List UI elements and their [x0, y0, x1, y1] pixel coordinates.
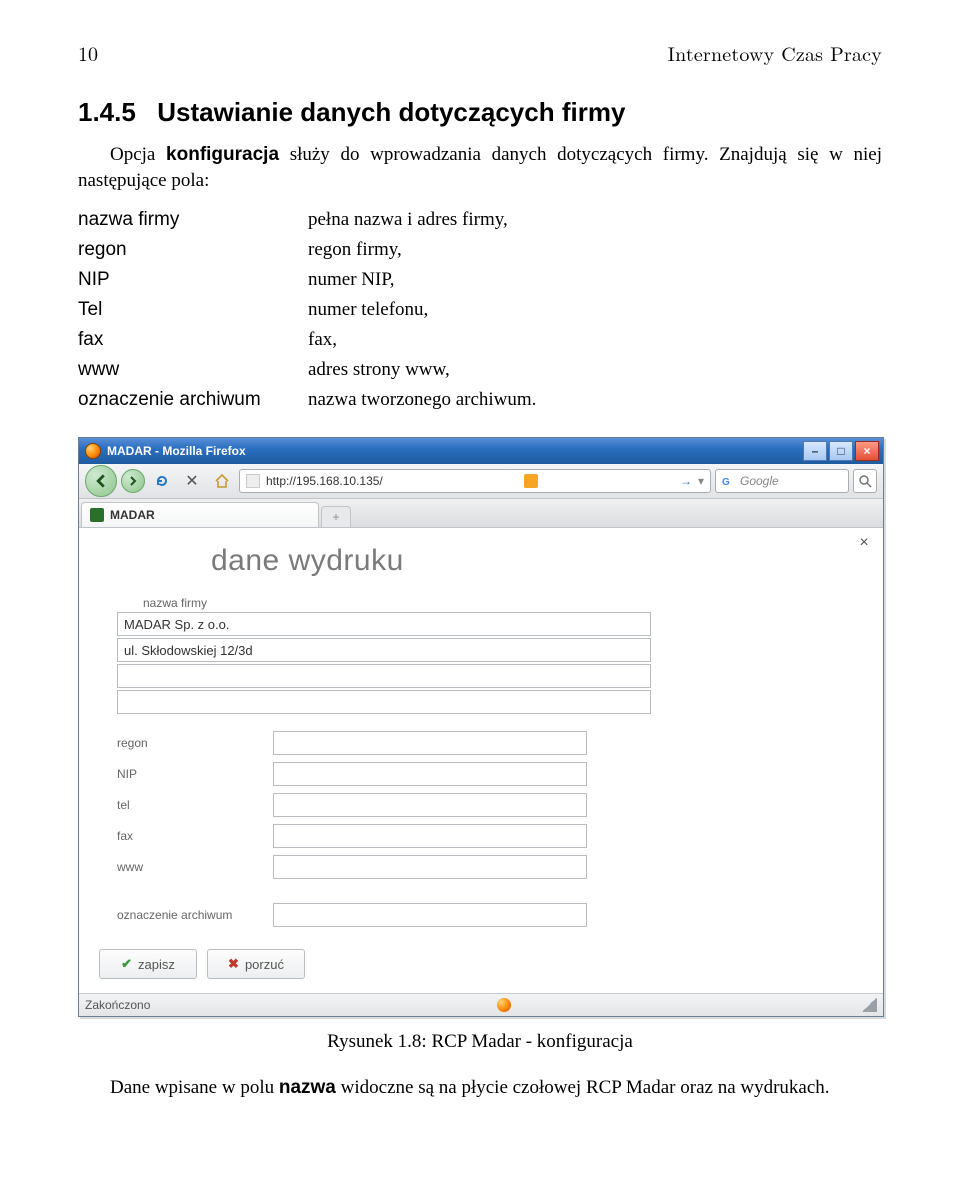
- row-tel: tel: [117, 791, 871, 819]
- definition-term: Tel: [78, 295, 308, 325]
- running-head: 10 Internetowy Czas Pracy: [78, 38, 882, 67]
- section-number: 1.4.5: [78, 97, 150, 128]
- dropdown-icon[interactable]: ▾: [698, 474, 704, 488]
- url-text: http://195.168.10.135/: [266, 474, 383, 488]
- definition-term: oznaczenie archiwum: [78, 385, 308, 415]
- label-nazwa-firmy: nazwa firmy: [143, 596, 871, 610]
- input-adres[interactable]: [117, 638, 651, 662]
- definition-row: nazwa firmypełna nazwa i adres firmy,: [78, 205, 546, 235]
- definition-row: Telnumer telefonu,: [78, 295, 546, 325]
- tab-favicon: [90, 508, 104, 522]
- bold-nazwa: nazwa: [279, 1077, 336, 1098]
- cancel-icon: ✖: [228, 956, 239, 972]
- firefox-icon: [85, 443, 101, 459]
- reload-button[interactable]: [149, 468, 175, 494]
- page-identity-icon: [246, 474, 260, 488]
- search-box[interactable]: G Google: [715, 469, 849, 493]
- definition-term: NIP: [78, 265, 308, 295]
- definition-desc: nazwa tworzonego archiwum.: [308, 385, 546, 415]
- input-nip[interactable]: [273, 762, 587, 786]
- cancel-button[interactable]: ✖ porzuć: [207, 949, 305, 979]
- row-archiwum: oznaczenie archiwum: [117, 901, 871, 929]
- google-icon: G: [722, 475, 734, 487]
- definition-row: wwwadres strony www,: [78, 355, 546, 385]
- new-tab-button[interactable]: +: [321, 506, 351, 527]
- input-line4[interactable]: [117, 690, 651, 714]
- definition-row: faxfax,: [78, 325, 546, 355]
- input-regon[interactable]: [273, 731, 587, 755]
- definition-desc: numer telefonu,: [308, 295, 546, 325]
- definition-list: nazwa firmypełna nazwa i adres firmy,reg…: [78, 205, 546, 415]
- input-fax[interactable]: [273, 824, 587, 848]
- input-line3[interactable]: [117, 664, 651, 688]
- nav-toolbar: ✕ http://195.168.10.135/ → ▾ G Google: [79, 464, 883, 499]
- input-www[interactable]: [273, 855, 587, 879]
- forward-button[interactable]: [121, 469, 145, 493]
- bold-konfiguracja: konfiguracja: [166, 144, 279, 165]
- input-nazwa-firmy[interactable]: [117, 612, 651, 636]
- status-bar: Zakończono: [79, 993, 883, 1016]
- back-button[interactable]: [85, 465, 117, 497]
- label-nip: NIP: [117, 767, 267, 781]
- row-fax: fax: [117, 822, 871, 850]
- window-title: MADAR - Mozilla Firefox: [107, 444, 246, 458]
- firefox-window: MADAR - Mozilla Firefox – □ ×: [78, 437, 884, 1017]
- row-regon: regon: [117, 729, 871, 757]
- figure: MADAR - Mozilla Firefox – □ ×: [78, 437, 882, 1053]
- window-titlebar: MADAR - Mozilla Firefox – □ ×: [79, 438, 883, 464]
- definition-desc: numer NIP,: [308, 265, 546, 295]
- window-close-button[interactable]: ×: [855, 441, 879, 461]
- tab-madar[interactable]: MADAR: [81, 502, 319, 527]
- form-heading: dane wydruku: [211, 544, 871, 578]
- section-heading: 1.4.5 Ustawianie danych dotyczących firm…: [78, 97, 882, 128]
- definition-row: oznaczenie archiwumnazwa tworzonego arch…: [78, 385, 546, 415]
- definition-desc: adres strony www,: [308, 355, 546, 385]
- running-title: Internetowy Czas Pracy: [668, 38, 882, 67]
- check-icon: ✔: [121, 956, 132, 972]
- tab-title: MADAR: [110, 508, 155, 522]
- page-content: × dane wydruku nazwa firmy regon NIP tel fa…: [79, 528, 883, 993]
- search-button[interactable]: [853, 469, 877, 493]
- window-minimize-button[interactable]: –: [803, 441, 827, 461]
- window-maximize-button[interactable]: □: [829, 441, 853, 461]
- save-button[interactable]: ✔ zapisz: [99, 949, 197, 979]
- definition-row: NIPnumer NIP,: [78, 265, 546, 295]
- resize-grip[interactable]: [861, 998, 877, 1012]
- input-tel[interactable]: [273, 793, 587, 817]
- home-button[interactable]: [209, 468, 235, 494]
- go-button[interactable]: →: [680, 474, 692, 488]
- input-archiwum[interactable]: [273, 903, 587, 927]
- dialog-close-button[interactable]: ×: [855, 534, 873, 552]
- intro-paragraph: Opcja konfiguracja służy do wprowadzania…: [78, 142, 882, 193]
- definition-desc: pełna nazwa i adres firmy,: [308, 205, 546, 235]
- page-number: 10: [78, 38, 98, 67]
- label-tel: tel: [117, 798, 267, 812]
- figure-caption: Rysunek 1.8: RCP Madar - konfiguracja: [78, 1031, 882, 1053]
- label-regon: regon: [117, 736, 267, 750]
- definition-row: regonregon firmy,: [78, 235, 546, 265]
- label-fax: fax: [117, 829, 267, 843]
- url-bar[interactable]: http://195.168.10.135/ → ▾: [239, 469, 711, 493]
- row-www: www: [117, 853, 871, 881]
- definition-term: www: [78, 355, 308, 385]
- definition-desc: regon firmy,: [308, 235, 546, 265]
- row-nip: NIP: [117, 760, 871, 788]
- section-title: Ustawianie danych dotyczących firmy: [157, 97, 625, 127]
- definition-term: nazwa firmy: [78, 205, 308, 235]
- label-archiwum: oznaczenie archiwum: [117, 908, 267, 922]
- label-www: www: [117, 860, 267, 874]
- svg-text:G: G: [722, 477, 730, 487]
- definition-desc: fax,: [308, 325, 546, 355]
- closing-paragraph: Dane wpisane w polu nazwa widoczne są na…: [78, 1075, 882, 1101]
- status-text: Zakończono: [85, 998, 150, 1012]
- tab-strip: MADAR +: [79, 499, 883, 528]
- firefox-status-icon: [497, 998, 511, 1012]
- definition-term: fax: [78, 325, 308, 355]
- rss-icon[interactable]: [524, 474, 538, 488]
- stop-button[interactable]: ✕: [179, 468, 205, 494]
- search-placeholder: Google: [740, 474, 779, 488]
- definition-term: regon: [78, 235, 308, 265]
